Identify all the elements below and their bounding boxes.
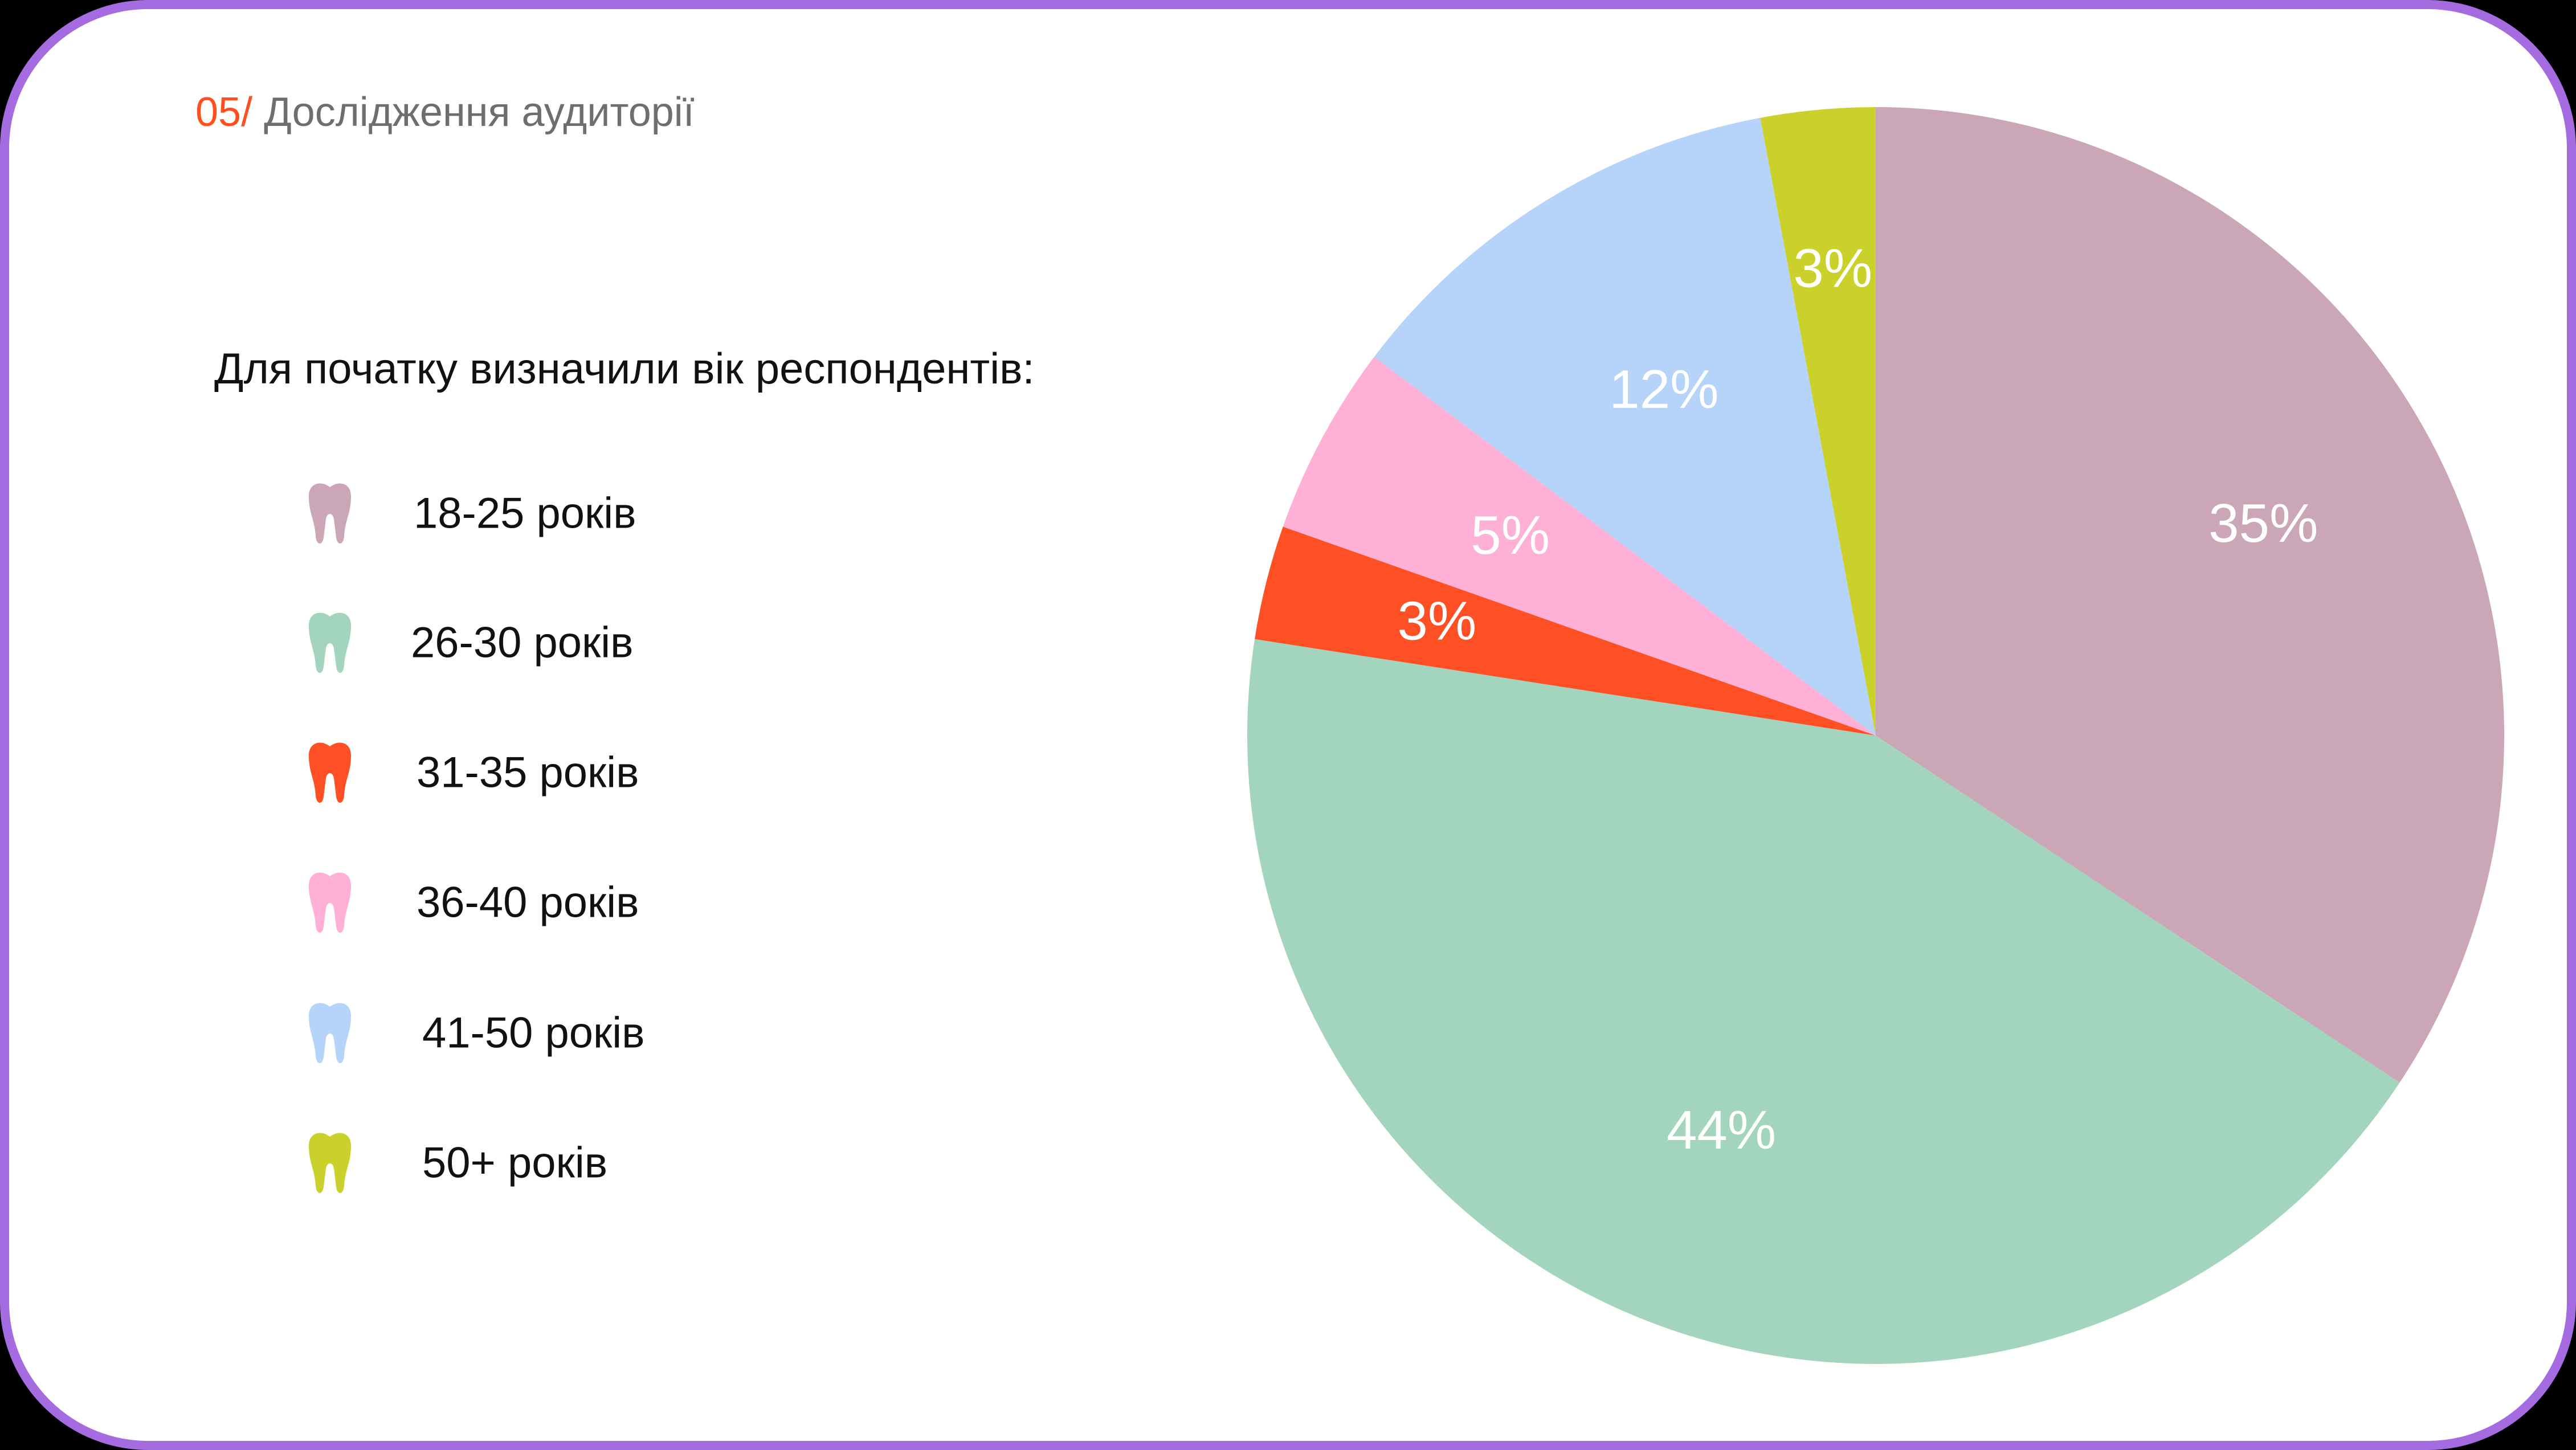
slice-label: 3% [1397,591,1476,652]
slice-label: 35% [2208,493,2318,554]
slice-label: 3% [1793,238,1872,299]
slide-frame: 05/ Дослідження аудиторії Для початку ви… [0,0,2576,1450]
slice-label: 44% [1667,1100,1776,1161]
slice-label: 12% [1609,359,1718,420]
pie-chart: 35% 44% 3% 5% 12% 3% [1247,107,2504,1364]
slice-label: 5% [1471,505,1550,566]
